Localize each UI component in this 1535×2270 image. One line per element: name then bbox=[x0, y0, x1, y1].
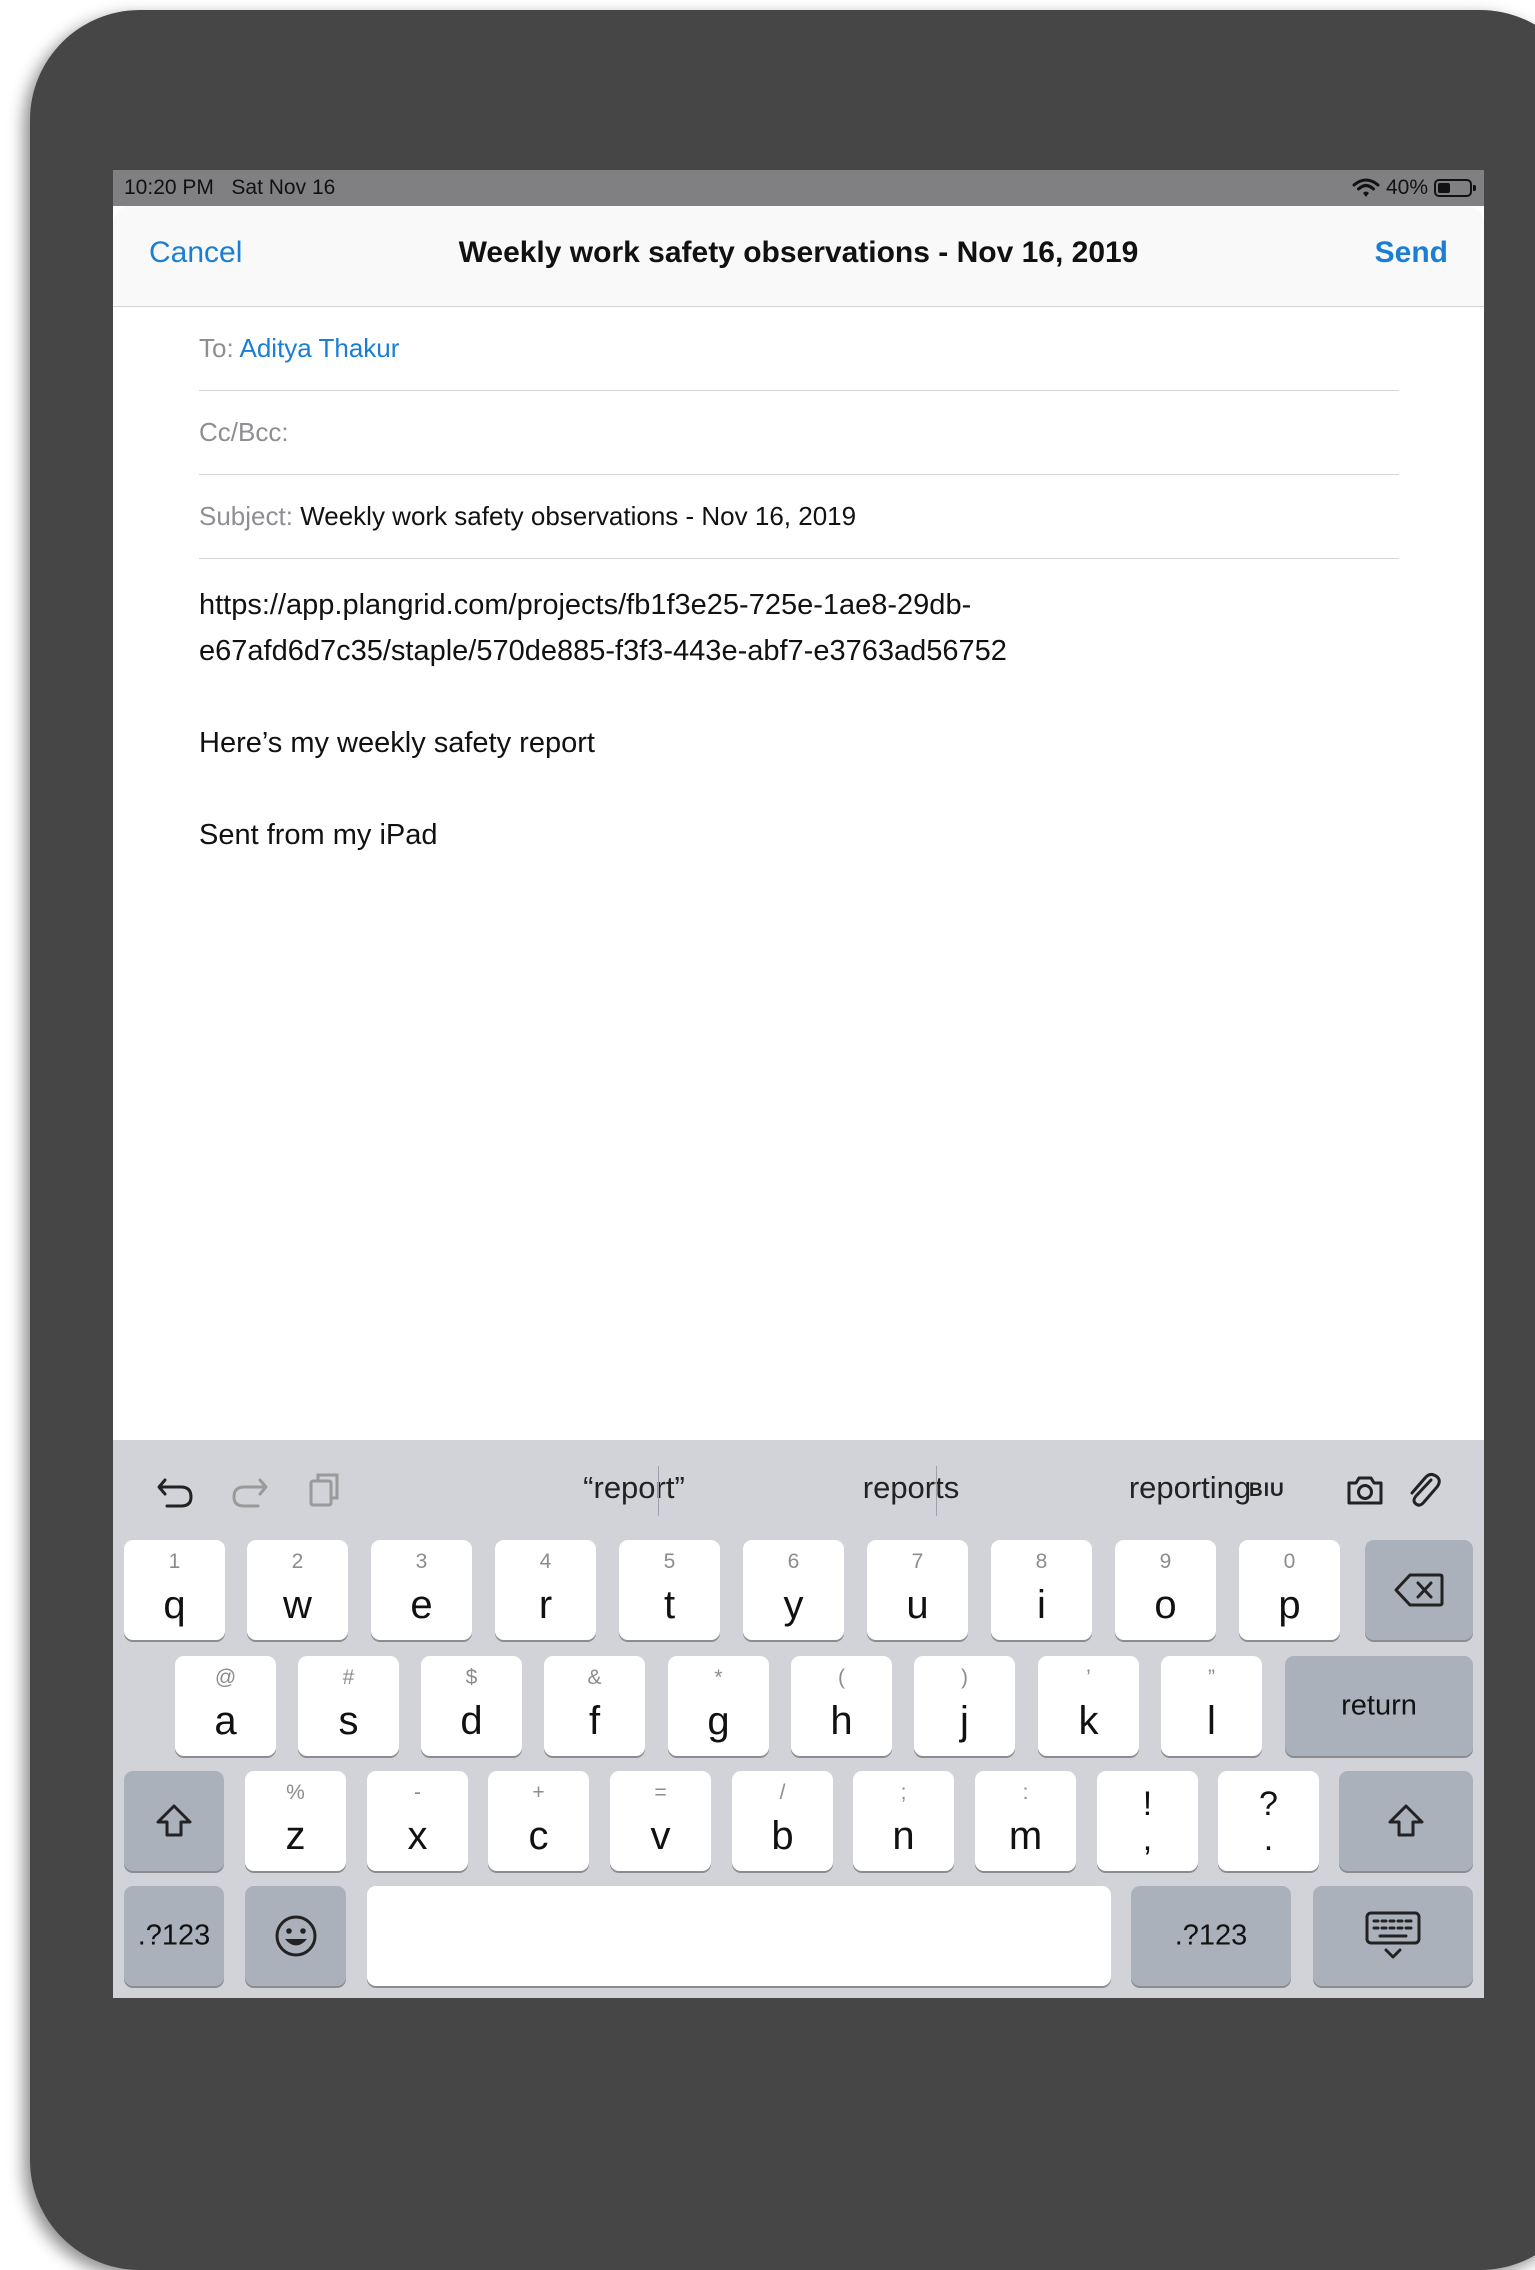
key-r[interactable]: 4r bbox=[495, 1540, 596, 1640]
battery-icon bbox=[1434, 179, 1476, 197]
wifi-icon bbox=[1352, 178, 1380, 197]
subject-field[interactable]: Subject: Weekly work safety observations… bbox=[199, 474, 1399, 559]
message-text: Here’s my weekly safety report bbox=[199, 727, 595, 759]
battery-percent: 40% bbox=[1385, 176, 1428, 199]
ccbcc-label: Cc/Bcc: bbox=[199, 417, 289, 447]
status-time: 10:20 PM bbox=[124, 176, 214, 199]
to-field[interactable]: To: Aditya Thakur bbox=[199, 306, 1399, 391]
link-line-1: https://app.plangrid.com/projects/fb1f3e… bbox=[199, 589, 972, 621]
keyboard-dismiss-icon bbox=[1365, 1911, 1421, 1959]
subject-value: Weekly work safety observations - Nov 16… bbox=[300, 501, 857, 531]
status-bar: 10:20 PM Sat Nov 16 40% bbox=[113, 170, 1484, 206]
shift-icon bbox=[156, 1804, 192, 1837]
key-z[interactable]: % z bbox=[245, 1771, 346, 1871]
shift-key-right[interactable] bbox=[1339, 1771, 1473, 1871]
key-k[interactable]: ’ k bbox=[1038, 1656, 1139, 1756]
shift-key-left[interactable] bbox=[124, 1771, 224, 1871]
key-b[interactable]: / b bbox=[732, 1771, 833, 1871]
undo-icon[interactable] bbox=[155, 1470, 195, 1510]
key-w[interactable]: 2w bbox=[247, 1540, 348, 1640]
key-a[interactable]: @ a bbox=[175, 1656, 276, 1756]
keyboard: “report” reports reporting BIU 1q 2w 3e … bbox=[113, 1440, 1484, 1998]
backspace-icon bbox=[1394, 1573, 1444, 1607]
attachment-icon[interactable] bbox=[1403, 1470, 1443, 1510]
shortcut-bar: “report” reports reporting BIU bbox=[113, 1440, 1484, 1540]
key-period[interactable]: ?. bbox=[1218, 1771, 1319, 1871]
subject-label: Subject: bbox=[199, 501, 293, 531]
key-comma[interactable]: !, bbox=[1097, 1771, 1198, 1871]
key-h[interactable]: (h bbox=[791, 1656, 892, 1756]
key-x[interactable]: -x bbox=[367, 1771, 468, 1871]
suggestion-reports[interactable]: reports bbox=[776, 1470, 1046, 1506]
send-button[interactable]: Send bbox=[1375, 236, 1448, 270]
key-t[interactable]: 5t bbox=[619, 1540, 720, 1640]
status-time-date: 10:20 PM Sat Nov 16 bbox=[124, 170, 335, 206]
numbers-key-left[interactable]: .?123 bbox=[124, 1886, 224, 1986]
key-f[interactable]: & f bbox=[544, 1656, 645, 1756]
compose-title: Weekly work safety observations - Nov 16… bbox=[458, 236, 1139, 269]
compose-navbar: Cancel Weekly work safety observations -… bbox=[113, 206, 1484, 307]
suggestion-separator bbox=[936, 1466, 937, 1516]
key-n[interactable]: ; n bbox=[853, 1771, 954, 1871]
camera-icon[interactable] bbox=[1345, 1470, 1385, 1510]
redo-icon[interactable] bbox=[230, 1470, 270, 1510]
to-label: To: bbox=[199, 333, 234, 363]
hide-keyboard-key[interactable] bbox=[1313, 1886, 1473, 1986]
ccbcc-field[interactable]: Cc/Bcc: bbox=[199, 390, 1399, 475]
key-i[interactable]: 8i bbox=[991, 1540, 1092, 1640]
key-q[interactable]: 1q bbox=[124, 1540, 225, 1640]
key-v[interactable]: = v bbox=[610, 1771, 711, 1871]
shift-icon bbox=[1388, 1804, 1424, 1837]
key-g[interactable]: * g bbox=[668, 1656, 769, 1756]
signature-text: Sent from my iPad bbox=[199, 819, 438, 851]
key-u[interactable]: 7u bbox=[867, 1540, 968, 1640]
emoji-key[interactable] bbox=[245, 1886, 346, 1986]
key-d[interactable]: $ d bbox=[421, 1656, 522, 1756]
emoji-icon bbox=[275, 1915, 316, 1957]
status-right: 40% bbox=[1352, 170, 1476, 206]
status-date: Sat Nov 16 bbox=[231, 176, 336, 199]
return-key[interactable]: return bbox=[1285, 1656, 1473, 1756]
paste-icon[interactable] bbox=[305, 1470, 345, 1510]
numbers-key-right[interactable]: .?123 bbox=[1131, 1886, 1291, 1986]
message-body[interactable]: https://app.plangrid.com/projects/fb1f3e… bbox=[199, 582, 1399, 858]
key-m[interactable]: :m bbox=[975, 1771, 1076, 1871]
suggestion-quoted[interactable]: “report” bbox=[499, 1470, 769, 1506]
ipad-screen: 10:20 PM Sat Nov 16 40% Cancel Weekly wo… bbox=[113, 170, 1484, 1998]
format-icon[interactable]: BIU bbox=[1249, 1480, 1285, 1502]
space-key[interactable] bbox=[367, 1886, 1111, 1986]
link-line-2: e67afd6d7c35/staple/570de885-f3f3-443e-a… bbox=[199, 635, 1007, 667]
battery-fill bbox=[1438, 183, 1450, 193]
key-s[interactable]: # s bbox=[298, 1656, 399, 1756]
key-j[interactable]: ) j bbox=[914, 1656, 1015, 1756]
delete-key[interactable] bbox=[1365, 1540, 1473, 1640]
key-e[interactable]: 3e bbox=[371, 1540, 472, 1640]
key-c[interactable]: + c bbox=[488, 1771, 589, 1871]
suggestion-separator bbox=[658, 1466, 659, 1516]
key-o[interactable]: 9o bbox=[1115, 1540, 1216, 1640]
key-l[interactable]: ” l bbox=[1161, 1656, 1262, 1756]
key-y[interactable]: 6y bbox=[743, 1540, 844, 1640]
recipient-token[interactable]: Aditya Thakur bbox=[239, 333, 399, 363]
key-p[interactable]: 0p bbox=[1239, 1540, 1340, 1640]
